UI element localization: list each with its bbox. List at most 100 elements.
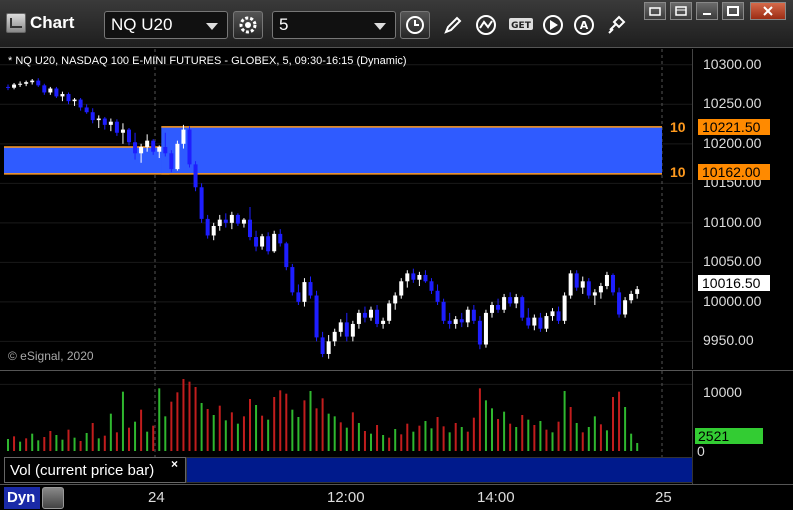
candle-down [308,282,313,296]
chart-header: * NQ U20, NASDAQ 100 E-MINI FUTURES - GL… [8,55,407,67]
candle-up [229,214,234,223]
candle-up [635,289,640,294]
candle-down [574,273,579,288]
candle-up [568,273,573,296]
alert-button[interactable]: A [570,12,600,38]
restore-icon [649,7,661,16]
volume-chart[interactable] [0,371,692,457]
link-button[interactable] [602,12,632,38]
candle-up [483,312,488,345]
price-scale[interactable]: 10300.00 10250.00 10200.00 10150.00 10100.00… [692,49,793,369]
maximize-button[interactable] [722,2,744,20]
candle-down [193,164,198,188]
candle-up [629,293,634,301]
chart-app-icon [6,13,26,33]
close-study-icon[interactable]: × [171,457,178,471]
candle-up [490,305,494,313]
candle-up [405,273,410,282]
get-button[interactable]: GET [506,12,536,38]
candle-down [36,80,41,86]
candle-down [66,94,71,102]
volume-study-label[interactable]: Vol (current price bar) [4,457,186,483]
candle-up [12,84,17,88]
candle-up [393,295,398,304]
candle-down [84,107,89,113]
time-tick: 14:00 [477,489,515,506]
candle-down [248,219,252,238]
candle-up [145,140,150,147]
candle-up [302,282,307,302]
candle-down [538,317,543,329]
interval-selector[interactable]: 5 [272,11,396,39]
candle-up [562,295,567,321]
candle-up [580,281,585,288]
candle-down [435,290,440,302]
candle-down [362,312,367,318]
candle-up [332,331,337,342]
candle-up [532,317,537,326]
studies-button[interactable] [472,12,502,38]
time-tick: 25 [655,489,672,506]
price-tick: 10100.00 [703,213,762,230]
candle-up [338,322,343,332]
play-button[interactable] [538,12,568,38]
candle-up [592,292,597,296]
last-price-tag: 10016.50 [698,275,770,291]
candle-up [157,146,162,152]
price-tick: 10200.00 [703,134,762,151]
close-button[interactable] [750,2,786,20]
candle-up [139,146,144,154]
candle-up [175,143,180,170]
candle-down [187,129,192,165]
draw-tool-button[interactable] [438,12,468,38]
candle-down [199,187,204,219]
candle-down [526,317,531,326]
level-label-lower: 10 [670,164,686,180]
candle-down [411,273,416,280]
alert-a-icon: A [574,15,594,35]
time-axis[interactable]: Dyn 24 12:00 14:00 25 [0,484,793,510]
candle-down [556,311,561,321]
candle-up [48,88,53,93]
link-icon [608,15,626,34]
candle-down [78,99,83,108]
minimize-button[interactable] [696,2,718,20]
candle-down [102,118,107,125]
volume-pane[interactable]: 10000 2521 0 Vol (current price bar) × [0,370,793,485]
chevron-down-icon[interactable] [206,23,218,30]
price-pane[interactable]: * NQ U20, NASDAQ 100 E-MINI FUTURES - GL… [0,49,793,369]
gear-icon [239,16,257,34]
candle-down [163,146,168,154]
candle-down [254,237,259,247]
candle-down [314,295,319,338]
price-chart[interactable] [0,49,692,369]
candle-up [417,274,422,280]
get-icon: GET [509,18,533,31]
candle-down [586,281,591,296]
dynamic-mode-label[interactable]: Dyn [4,487,40,509]
chevron-down-icon[interactable] [374,23,386,30]
candle-down [284,243,289,268]
svg-text:GET: GET [511,21,532,31]
candle-up [24,82,29,84]
candle-down [508,297,513,304]
candle-up [96,118,101,121]
line-chart-icon [476,15,496,35]
symbol-selector[interactable]: NQ U20 [104,11,228,39]
restore-button[interactable] [644,2,666,20]
candle-down [205,218,210,236]
close-icon [763,6,773,16]
candle-up [356,312,361,324]
candle-down [42,85,47,93]
price-tick: 10050.00 [703,253,762,270]
candle-up [272,233,277,252]
tile-button[interactable] [670,2,692,20]
lock-icon[interactable] [42,487,64,509]
time-button[interactable] [400,11,430,39]
candle-down [617,292,622,315]
candle-up [181,129,186,144]
volume-scale[interactable]: 10000 2521 0 [692,371,793,485]
candle-down [344,322,349,337]
study-label-strip [186,457,693,483]
settings-button[interactable] [233,11,263,39]
